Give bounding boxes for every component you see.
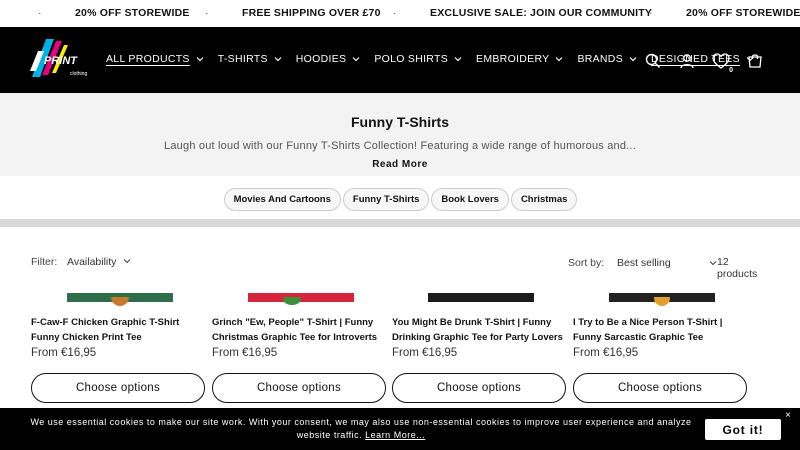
- chevron-down-icon: [556, 57, 563, 62]
- product-title[interactable]: F-Caw-F Chicken Graphic T-Shirt Funny Ch…: [31, 315, 205, 345]
- nav-label: BRANDS: [577, 53, 623, 65]
- cookie-banner: We use essential cookies to make our sit…: [0, 408, 800, 450]
- site-header: PRINT clothing ALL PRODUCTS T-SHIRTS HOO…: [0, 27, 800, 93]
- nav-label: T-SHIRTS: [217, 53, 268, 65]
- nav-item-t-shirts[interactable]: T-SHIRTS: [218, 53, 282, 65]
- product-price: From €16,95: [31, 347, 97, 359]
- choose-options-button[interactable]: Choose options: [392, 373, 566, 403]
- cookie-message: We use essential cookies to make our sit…: [30, 417, 692, 440]
- chevron-down-icon: [454, 57, 462, 62]
- announcement-message[interactable]: EXCLUSIVE SALE: JOIN OUR COMMUNITY: [430, 7, 652, 19]
- accept-cookies-button[interactable]: Got it!: [705, 419, 781, 440]
- availability-label: Availability: [67, 256, 117, 268]
- filter-label: Filter:: [31, 256, 58, 268]
- account-icon[interactable]: [676, 50, 698, 72]
- announcement-bar: · 20% OFF STOREWIDE · FREE SHIPPING OVER…: [0, 0, 800, 27]
- cookie-text-block: We use essential cookies to make our sit…: [26, 416, 696, 442]
- filter-toolbar: Filter: Availability Sort by: Best selli…: [31, 256, 771, 280]
- product-image[interactable]: [67, 288, 173, 306]
- product-title[interactable]: You Might Be Drunk T-Shirt | Funny Drink…: [392, 315, 566, 345]
- chevron-down-icon: [274, 57, 282, 62]
- product-image[interactable]: [609, 290, 715, 306]
- chevron-down-icon: [352, 57, 360, 62]
- product-title[interactable]: Grinch "Ew, People" T-Shirt | Funny Chri…: [212, 315, 386, 345]
- product-card[interactable]: You Might Be Drunk T-Shirt | Funny Drink…: [392, 293, 566, 408]
- product-image[interactable]: [428, 293, 534, 302]
- separator: ·: [393, 7, 397, 19]
- site-logo[interactable]: PRINT clothing: [26, 37, 96, 83]
- collection-description: Laugh out loud with our Funny T-Shirts C…: [164, 140, 636, 152]
- nav-label: HOODIES: [295, 53, 347, 65]
- availability-filter[interactable]: Availability: [67, 256, 131, 268]
- choose-options-button[interactable]: Choose options: [212, 373, 386, 403]
- chip-christmas[interactable]: Christmas: [510, 187, 578, 211]
- wishlist-count: 0: [729, 67, 733, 74]
- product-grid: F-Caw-F Chicken Graphic T-Shirt Funny Ch…: [31, 288, 771, 408]
- chevron-down-icon: [123, 259, 131, 264]
- chevron-down-icon: [629, 57, 637, 62]
- chip-movies-and-cartoons[interactable]: Movies And Cartoons: [223, 187, 341, 211]
- separator: ·: [38, 7, 42, 19]
- separator: ·: [649, 7, 653, 19]
- cart-icon[interactable]: [744, 50, 766, 72]
- sort-label: Sort by:: [568, 257, 605, 269]
- nav-item-brands[interactable]: BRANDS: [577, 53, 637, 65]
- logo-text: PRINT: [44, 55, 78, 67]
- page-title: Funny T-Shirts: [351, 114, 449, 130]
- sort-select[interactable]: Best selling: [617, 257, 671, 269]
- product-price: From €16,95: [212, 347, 278, 359]
- announcement-message[interactable]: 20% OFF STOREWIDE: [686, 7, 800, 19]
- product-price: From €16,95: [573, 347, 639, 359]
- nav-item-hoodies[interactable]: HOODIES: [296, 53, 361, 65]
- announcement-message[interactable]: 20% OFF STOREWIDE: [75, 7, 190, 19]
- product-card[interactable]: I Try to Be a Nice Person T-Shirt | Funn…: [573, 290, 747, 408]
- search-icon[interactable]: [642, 50, 664, 72]
- logo-graphic: PRINT clothing: [30, 39, 87, 77]
- chevron-down-icon: [709, 261, 717, 266]
- nav-item-all-products[interactable]: ALL PRODUCTS: [106, 53, 204, 65]
- choose-options-button[interactable]: Choose options: [573, 373, 747, 403]
- sort-value: Best selling: [617, 257, 671, 269]
- product-card[interactable]: Grinch "Ew, People" T-Shirt | Funny Chri…: [212, 293, 386, 408]
- read-more-link[interactable]: Read More: [0, 159, 800, 170]
- product-title[interactable]: I Try to Be a Nice Person T-Shirt | Funn…: [573, 315, 747, 345]
- nav-label: POLO SHIRTS: [374, 53, 449, 65]
- product-price: From €16,95: [392, 347, 458, 359]
- product-count: 12 products: [717, 256, 758, 280]
- nav-item-embroidery[interactable]: EMBROIDERY: [476, 53, 563, 65]
- learn-more-link[interactable]: Learn More...: [365, 430, 425, 440]
- wishlist-icon[interactable]: 0: [710, 50, 733, 74]
- announcement-message[interactable]: FREE SHIPPING OVER £70: [242, 7, 381, 19]
- chip-funny-t-shirts[interactable]: Funny T-Shirts: [342, 187, 430, 211]
- section-divider: [0, 219, 800, 227]
- header-icons: 0: [642, 50, 766, 74]
- collection-banner: Funny T-Shirts Laugh out loud with our F…: [0, 93, 800, 176]
- product-card[interactable]: F-Caw-F Chicken Graphic T-Shirt Funny Ch…: [31, 288, 205, 408]
- nav-label: EMBROIDERY: [476, 53, 550, 65]
- nav-item-polo-shirts[interactable]: POLO SHIRTS: [374, 53, 462, 65]
- chip-book-lovers[interactable]: Book Lovers: [431, 187, 509, 211]
- product-image[interactable]: [248, 293, 354, 305]
- chevron-down-icon: [196, 57, 204, 62]
- logo-subtext: clothing: [70, 71, 87, 77]
- collection-chips: Movies And Cartoons Funny T-Shirts Book …: [0, 176, 800, 222]
- close-icon[interactable]: ×: [785, 410, 791, 421]
- nav-label: ALL PRODUCTS: [106, 53, 190, 65]
- separator: ·: [205, 7, 209, 19]
- choose-options-button[interactable]: Choose options: [31, 373, 205, 403]
